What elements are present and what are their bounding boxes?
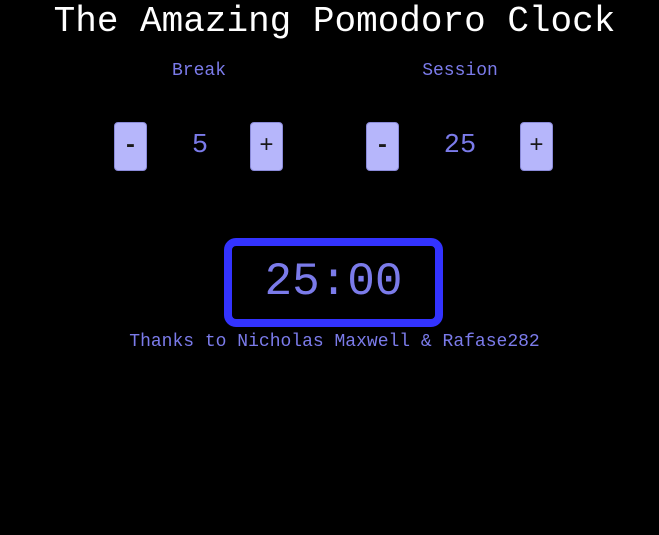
- timer-display[interactable]: 25:00: [224, 238, 443, 327]
- session-length-value: 25: [443, 131, 477, 161]
- break-increment-button[interactable]: +: [250, 122, 283, 171]
- credits-text: Thanks to Nicholas Maxwell & Rafase282: [129, 332, 540, 352]
- session-increment-button[interactable]: +: [520, 122, 553, 171]
- break-label: Break: [171, 61, 226, 81]
- session-decrement-button[interactable]: -: [366, 122, 399, 171]
- pomodoro-page: The Amazing Pomodoro Clock Break Session…: [0, 0, 659, 535]
- page-title: The Amazing Pomodoro Clock: [53, 1, 616, 42]
- break-decrement-button[interactable]: -: [114, 122, 147, 171]
- break-length-value: 5: [191, 131, 209, 161]
- session-label: Session: [422, 61, 498, 81]
